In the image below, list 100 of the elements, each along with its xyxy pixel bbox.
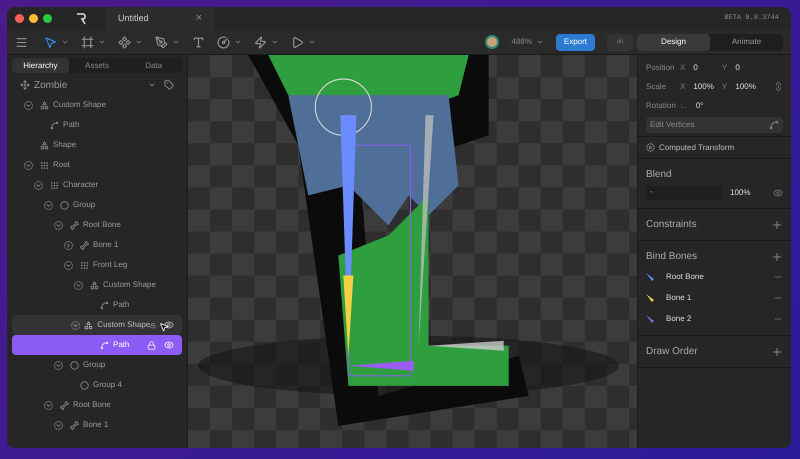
tree-item[interactable]: Character <box>12 175 182 195</box>
property-field[interactable]: Y 0 <box>722 62 764 74</box>
bone-icon <box>80 240 89 250</box>
tree-item[interactable]: Custom Shape <box>12 315 182 335</box>
caret-icon <box>234 38 242 46</box>
path-icon <box>100 300 109 310</box>
tree-item-label: Root <box>53 159 71 171</box>
tree-item[interactable]: Root Bone <box>12 395 182 415</box>
tag-icon[interactable] <box>164 80 174 90</box>
collapse-icon[interactable] <box>44 200 52 210</box>
text-icon <box>192 36 205 48</box>
tool-button[interactable] <box>81 36 106 48</box>
document-tab[interactable]: Untitled × <box>106 7 214 30</box>
add-icon[interactable] <box>771 218 783 230</box>
caret-icon <box>135 38 143 46</box>
section-title[interactable]: Computed Transform <box>659 142 734 154</box>
tool-button[interactable] <box>291 36 316 48</box>
lock-icon[interactable] <box>150 320 156 330</box>
bone-icon <box>70 420 79 430</box>
mode-tab[interactable]: Animate <box>710 34 783 50</box>
tree-item[interactable]: Path <box>12 295 182 315</box>
tree-item[interactable]: Bone 1 <box>12 415 182 435</box>
tree-item[interactable]: Path <box>12 335 182 355</box>
tree-item-label: Root Bone <box>73 399 112 411</box>
avatar[interactable] <box>485 35 500 49</box>
node-icon <box>50 180 59 190</box>
section-title: Bind Bones <box>646 250 698 264</box>
zoom-level[interactable]: 488% <box>511 36 532 48</box>
tree-item-label: Bone 1 <box>93 239 120 251</box>
circle-icon <box>217 36 230 48</box>
export-button[interactable]: Export <box>556 34 595 50</box>
tree-item[interactable]: Shape <box>12 135 182 155</box>
collapse-icon[interactable] <box>24 100 32 110</box>
axis-label: X <box>680 62 686 74</box>
collapse-icon[interactable] <box>54 220 62 230</box>
collapse-icon[interactable] <box>70 320 80 330</box>
collapse-icon[interactable] <box>24 160 32 170</box>
tree-item[interactable]: Custom Shape <box>12 95 182 115</box>
artboard-name[interactable]: Zombie <box>34 78 148 92</box>
tree-item[interactable]: Path <box>12 115 182 135</box>
vertices-icon <box>118 36 131 48</box>
edit-vertices-button[interactable]: Edit Vertices <box>646 117 783 133</box>
collapse-icon[interactable] <box>54 360 62 370</box>
artboard-icon <box>20 80 30 90</box>
caret-icon[interactable] <box>536 38 544 46</box>
opacity-value[interactable]: 100% <box>730 187 773 199</box>
blend-mode-field[interactable]: - <box>646 186 722 200</box>
path-icon <box>50 120 59 130</box>
tree-item[interactable]: Group <box>12 195 182 215</box>
mode-tab[interactable]: Design <box>637 34 710 50</box>
field-value: 0 <box>735 62 740 74</box>
tool-button[interactable] <box>217 36 242 48</box>
vertices-icon <box>769 120 779 130</box>
eye-icon[interactable] <box>164 320 174 330</box>
tree-item[interactable]: Root Bone <box>12 215 182 235</box>
add-icon[interactable] <box>771 250 783 262</box>
tool-button[interactable] <box>155 36 180 48</box>
property-field[interactable]: Y 100% <box>722 80 764 92</box>
tree-item[interactable]: Group 4 <box>12 375 182 395</box>
link-icon[interactable] <box>774 82 783 91</box>
tool-button[interactable] <box>118 36 143 48</box>
section-title: Blend <box>646 168 672 182</box>
pointer-icon <box>44 36 57 48</box>
property-field[interactable]: X 0 <box>680 62 722 74</box>
tool-button[interactable] <box>254 36 279 48</box>
expand-icon[interactable] <box>646 143 655 152</box>
shapes-icon <box>40 140 49 150</box>
caret-icon <box>172 38 180 46</box>
property-label: Rotation <box>646 100 677 112</box>
tab-close-button[interactable]: × <box>196 10 202 27</box>
tool-button[interactable] <box>192 36 205 48</box>
caret-icon[interactable] <box>148 81 156 89</box>
tree-item-label: Path <box>113 339 130 351</box>
tree-item[interactable]: Root <box>12 155 182 175</box>
collapse-icon[interactable] <box>44 400 52 410</box>
collapse-icon[interactable] <box>34 180 42 190</box>
caret-icon <box>271 38 279 46</box>
tree-item[interactable]: Front Leg <box>12 255 182 275</box>
collapse-icon[interactable] <box>74 280 82 290</box>
logo-icon[interactable] <box>76 12 86 24</box>
property-label: Scale <box>646 80 668 92</box>
property-field[interactable]: X 100% <box>680 80 722 92</box>
collapse-icon[interactable] <box>54 420 62 430</box>
section-title: Draw Order <box>646 345 698 359</box>
tree-item[interactable]: Bone 1 <box>12 235 182 255</box>
tree-item[interactable]: Custom Shape <box>12 275 182 295</box>
panel-tab[interactable]: Assets <box>68 58 126 73</box>
tree-item-label: Group 4 <box>93 379 123 391</box>
property-field[interactable]: ∟ 0° <box>680 100 722 112</box>
axis-label: Y <box>722 80 728 92</box>
panel-tab[interactable]: Data <box>125 58 182 73</box>
tool-button[interactable] <box>44 36 69 48</box>
lock-icon[interactable] <box>147 340 156 350</box>
panel-tab[interactable]: Hierarchy <box>12 58 69 73</box>
tree-item[interactable]: Group <box>12 355 182 375</box>
collapse-icon[interactable] <box>64 260 72 270</box>
add-icon[interactable] <box>771 346 783 358</box>
tree-item-label: Root Bone <box>83 219 122 231</box>
menu-icon[interactable] <box>15 36 28 48</box>
expand-icon[interactable] <box>64 240 72 250</box>
